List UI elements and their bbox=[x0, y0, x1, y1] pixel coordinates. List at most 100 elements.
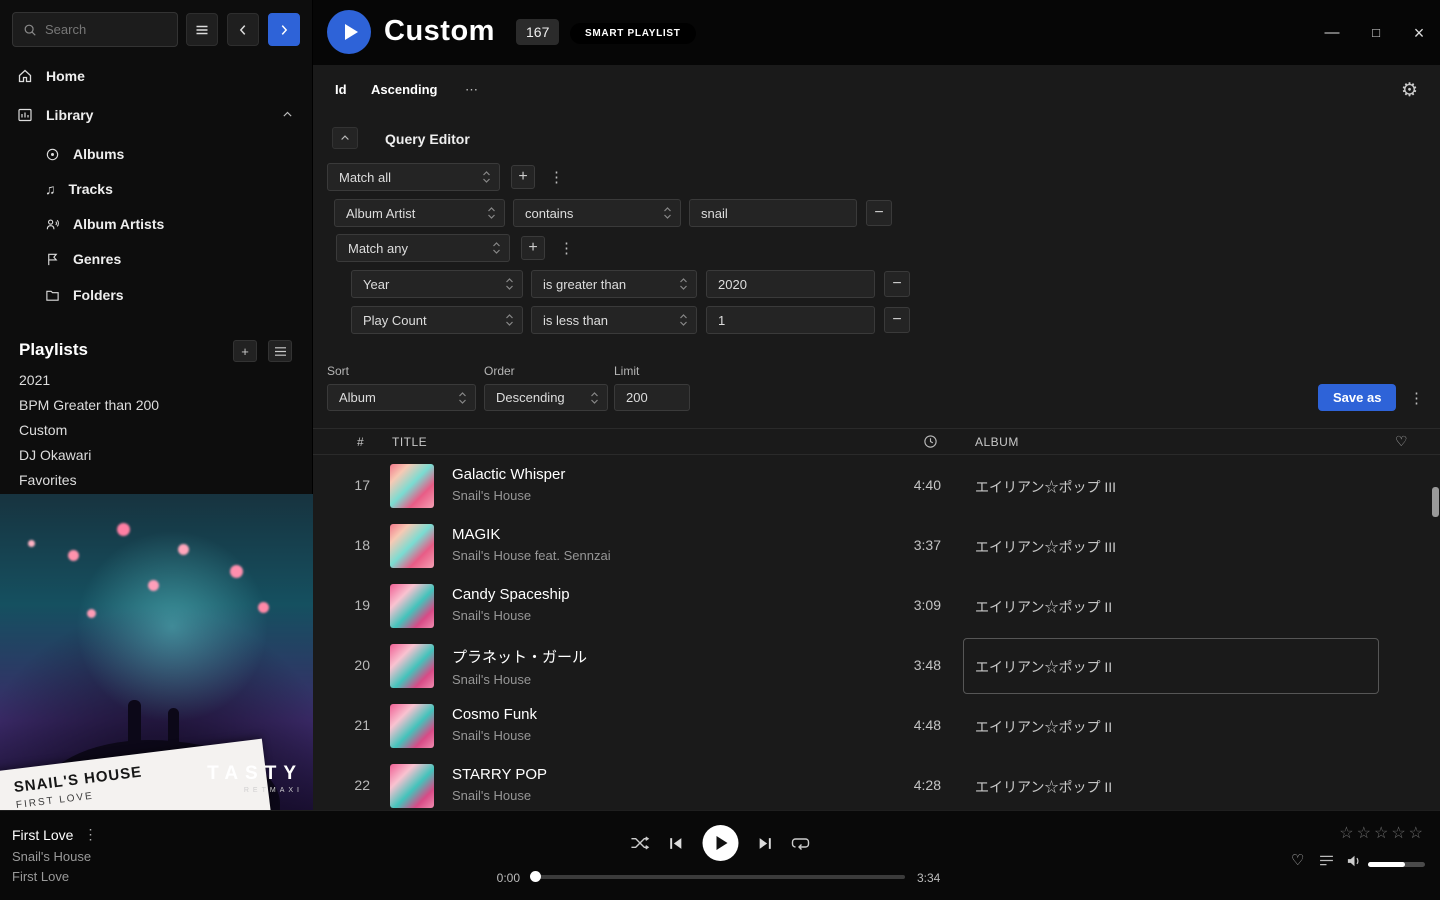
sidebar-item-folders[interactable]: Folders bbox=[0, 279, 312, 311]
sidebar-item-label: Library bbox=[46, 107, 93, 123]
sidebar-item-tracks[interactable]: ♫ Tracks bbox=[0, 173, 312, 205]
star-icon[interactable]: ☆ bbox=[1374, 825, 1391, 842]
search-input[interactable] bbox=[45, 22, 167, 37]
sidebar-item-album-artists[interactable]: Album Artists bbox=[0, 208, 312, 240]
playlist-item-bpm[interactable]: BPM Greater than 200 bbox=[19, 397, 159, 413]
favorite-heart-icon[interactable]: ♡ bbox=[1395, 433, 1408, 450]
play-icon bbox=[345, 24, 358, 40]
rule-field-select[interactable]: Album Artist bbox=[334, 199, 505, 227]
table-row[interactable]: 18 MAGIKSnail's House feat. Sennzai 3:37… bbox=[313, 516, 1440, 576]
rule-value-input[interactable] bbox=[689, 199, 857, 227]
table-row[interactable]: 22 STARRY POPSnail's House 4:28 エイリアン☆ポッ… bbox=[313, 756, 1440, 810]
volume-icon[interactable] bbox=[1346, 854, 1363, 868]
rule-operator-select[interactable]: contains bbox=[513, 199, 681, 227]
select-value: Play Count bbox=[363, 313, 427, 328]
previous-track-icon[interactable] bbox=[669, 836, 684, 851]
save-menu-button[interactable]: ⋮ bbox=[1409, 389, 1424, 407]
limit-input[interactable] bbox=[614, 384, 690, 411]
track-duration: 3:37 bbox=[871, 537, 941, 553]
track-count-badge: 167 bbox=[516, 19, 559, 45]
star-icon[interactable]: ☆ bbox=[1409, 825, 1426, 842]
now-playing-artist: Snail's House bbox=[12, 849, 91, 864]
playlist-options-button[interactable] bbox=[268, 340, 292, 362]
duration-clock-icon[interactable] bbox=[923, 434, 938, 449]
playlist-item-custom[interactable]: Custom bbox=[19, 422, 67, 438]
add-playlist-button[interactable]: + bbox=[233, 340, 257, 362]
sidebar-item-home[interactable]: Home bbox=[0, 60, 312, 92]
favorite-heart-icon[interactable]: ♡ bbox=[1291, 851, 1304, 869]
rating-stars[interactable]: ☆☆☆☆☆ bbox=[1339, 823, 1426, 843]
close-button[interactable]: × bbox=[1406, 22, 1432, 44]
track-menu-button[interactable]: ⋮ bbox=[83, 826, 97, 843]
forward-button[interactable] bbox=[268, 13, 300, 46]
column-title[interactable]: TITLE bbox=[392, 435, 427, 449]
sidebar-item-genres[interactable]: Genres bbox=[0, 243, 312, 275]
track-artist: Snail's House bbox=[452, 672, 587, 687]
scrollbar-thumb[interactable] bbox=[1432, 487, 1439, 517]
rule-field-select[interactable]: Year bbox=[351, 270, 523, 298]
chevron-up-icon bbox=[339, 132, 351, 144]
match-mode-select[interactable]: Match any bbox=[336, 234, 510, 262]
seek-bar[interactable] bbox=[535, 875, 905, 879]
rule-operator-select[interactable]: is greater than bbox=[531, 270, 697, 298]
select-chevrons-icon bbox=[590, 391, 599, 405]
more-options-button[interactable]: ⋯ bbox=[465, 82, 478, 98]
remove-rule-button[interactable]: − bbox=[884, 271, 910, 297]
table-row[interactable]: 20 プラネット・ガールSnail's House 3:48 エイリアン☆ポップ… bbox=[313, 636, 1440, 696]
playlist-item-favorites[interactable]: Favorites bbox=[19, 472, 77, 488]
settings-gear-icon[interactable]: ⚙ bbox=[1401, 79, 1418, 102]
back-button[interactable] bbox=[227, 13, 259, 46]
sidebar-item-label: Genres bbox=[73, 251, 121, 267]
chevron-up-icon[interactable] bbox=[281, 108, 294, 121]
plus-icon: + bbox=[241, 344, 249, 359]
play-pause-button[interactable] bbox=[703, 825, 739, 861]
add-rule-button[interactable]: + bbox=[521, 236, 545, 260]
rule-value-input[interactable] bbox=[706, 306, 875, 334]
minus-icon: − bbox=[892, 311, 901, 329]
kebab-icon: ⋮ bbox=[559, 240, 574, 257]
table-row[interactable]: 21 Cosmo FunkSnail's House 4:48 エイリアン☆ポッ… bbox=[313, 696, 1440, 756]
add-rule-button[interactable]: + bbox=[511, 165, 535, 189]
match-mode-select[interactable]: Match all bbox=[327, 163, 500, 191]
table-row[interactable]: 17 Galactic WhisperSnail's House 4:40 エイ… bbox=[313, 456, 1440, 516]
star-icon[interactable]: ☆ bbox=[1357, 825, 1374, 842]
table-row[interactable]: 19 Candy SpaceshipSnail's House 3:09 エイリ… bbox=[313, 576, 1440, 636]
select-value: Match any bbox=[348, 241, 408, 256]
column-album[interactable]: ALBUM bbox=[975, 435, 1019, 449]
sidebar-item-library[interactable]: Library bbox=[0, 99, 312, 131]
transport-controls bbox=[631, 825, 810, 861]
star-icon[interactable]: ☆ bbox=[1339, 825, 1356, 842]
sort-field-button[interactable]: Id bbox=[335, 82, 347, 97]
minimize-button[interactable]: — bbox=[1319, 22, 1345, 44]
playlist-item-dj-okawari[interactable]: DJ Okawari bbox=[19, 447, 91, 463]
playlist-item-2021[interactable]: 2021 bbox=[19, 372, 50, 388]
seek-handle[interactable] bbox=[530, 871, 541, 882]
queue-icon[interactable] bbox=[1319, 855, 1334, 866]
rule-field-select[interactable]: Play Count bbox=[351, 306, 523, 334]
sidebar: Home Library Albums ♫ Tracks Album Artis… bbox=[0, 0, 313, 810]
rule-value-input[interactable] bbox=[706, 270, 875, 298]
sidebar-item-albums[interactable]: Albums bbox=[0, 138, 312, 170]
order-select[interactable]: Descending bbox=[484, 384, 608, 411]
track-duration: 4:48 bbox=[871, 717, 941, 733]
menu-button[interactable] bbox=[186, 13, 218, 46]
volume-slider[interactable] bbox=[1368, 862, 1425, 867]
save-as-button[interactable]: Save as bbox=[1318, 384, 1396, 411]
remove-rule-button[interactable]: − bbox=[884, 307, 910, 333]
column-number[interactable]: # bbox=[357, 435, 364, 449]
sort-direction-button[interactable]: Ascending bbox=[371, 82, 437, 97]
remove-rule-button[interactable]: − bbox=[866, 200, 892, 226]
group-menu-button[interactable]: ⋮ bbox=[549, 168, 564, 186]
next-track-icon[interactable] bbox=[758, 836, 773, 851]
sort-select[interactable]: Album bbox=[327, 384, 476, 411]
query-editor-collapse-button[interactable] bbox=[332, 127, 358, 149]
group-menu-button[interactable]: ⋮ bbox=[559, 239, 574, 257]
play-playlist-button[interactable] bbox=[327, 10, 371, 54]
repeat-icon[interactable] bbox=[792, 836, 810, 851]
track-title: STARRY POP bbox=[452, 766, 547, 783]
star-icon[interactable]: ☆ bbox=[1391, 825, 1408, 842]
shuffle-icon[interactable] bbox=[631, 836, 650, 850]
rule-operator-select[interactable]: is less than bbox=[531, 306, 697, 334]
search-box[interactable] bbox=[12, 12, 178, 47]
maximize-button[interactable]: □ bbox=[1363, 22, 1389, 44]
